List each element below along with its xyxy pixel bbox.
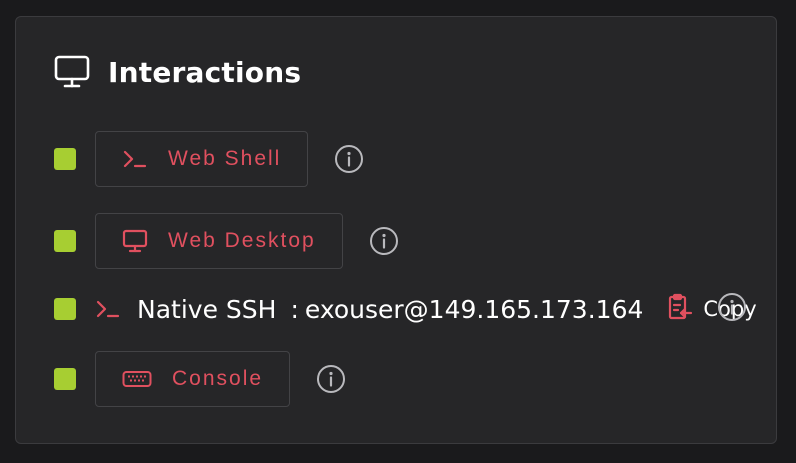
status-indicator: [54, 230, 76, 252]
console-button[interactable]: Console: [95, 351, 291, 407]
status-indicator: [54, 368, 76, 390]
info-icon[interactable]: [316, 364, 346, 394]
interaction-row-web-shell: Web Shell: [54, 130, 364, 188]
status-indicator: [54, 298, 76, 320]
monitor-icon: [122, 229, 148, 253]
native-ssh-label: Native SSH: [137, 294, 277, 324]
info-icon[interactable]: [334, 144, 364, 174]
card-header: Interactions: [54, 55, 301, 89]
ssh-connection-string[interactable]: exouser@149.165.173.164: [305, 295, 644, 324]
interaction-row-console: Console: [54, 350, 346, 408]
web-shell-button[interactable]: Web Shell: [95, 131, 309, 187]
monitor-icon: [54, 55, 90, 89]
web-desktop-label: Web Desktop: [168, 229, 316, 252]
status-indicator: [54, 148, 76, 170]
keyboard-icon: [122, 370, 152, 388]
info-icon[interactable]: [717, 292, 747, 326]
web-shell-label: Web Shell: [168, 147, 282, 170]
web-desktop-button[interactable]: Web Desktop: [95, 213, 343, 269]
clipboard-icon: [667, 293, 693, 325]
info-icon[interactable]: [369, 226, 399, 256]
interactions-card: Interactions Web Shell Web Desktop Nativ…: [15, 16, 777, 444]
interaction-row-web-desktop: Web Desktop: [54, 212, 399, 270]
interaction-row-native-ssh: Native SSH : exouser@149.165.173.164 Cop…: [54, 280, 757, 338]
card-title: Interactions: [108, 55, 302, 89]
ssh-separator: :: [290, 294, 299, 324]
terminal-icon: [122, 148, 148, 170]
terminal-icon: [95, 298, 121, 320]
copy-button[interactable]: Copy: [667, 292, 757, 326]
console-label: Console: [172, 367, 264, 390]
